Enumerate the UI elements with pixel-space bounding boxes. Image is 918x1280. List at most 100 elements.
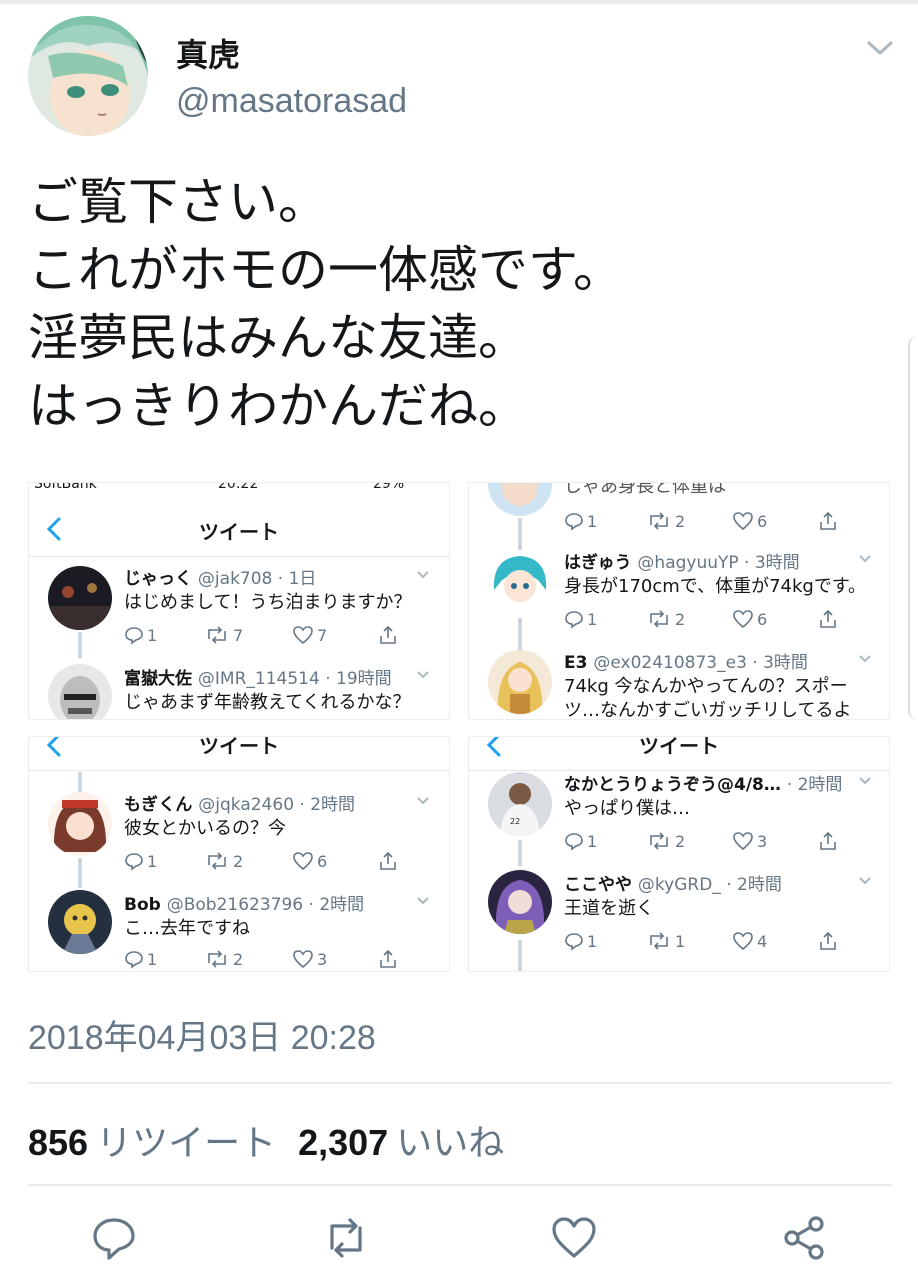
chevron-down-icon xyxy=(417,671,429,679)
battery-label: 29% xyxy=(373,482,405,492)
retweet-count: 7 xyxy=(233,625,244,645)
thread-line xyxy=(518,618,522,650)
reply-icon xyxy=(565,611,583,629)
tweet-body: はじめまして！うち泊まりますか？ xyxy=(124,592,412,613)
retweet-action: 2 xyxy=(204,850,243,872)
heart-icon[interactable] xyxy=(550,1214,598,1262)
share-action xyxy=(818,830,838,852)
reply-icon xyxy=(565,833,583,851)
retweet-label[interactable]: リツイート xyxy=(96,1123,276,1164)
like-action: 4 xyxy=(732,930,767,952)
display-name[interactable]: 真虎 xyxy=(176,30,240,76)
share-icon[interactable] xyxy=(780,1214,828,1262)
tweet-text-line: ご覧下さい。 xyxy=(28,173,328,231)
reply-icon xyxy=(125,853,143,871)
share-icon xyxy=(820,831,836,850)
divider xyxy=(28,1184,892,1186)
share-action xyxy=(818,608,838,630)
author-name: 富嶽大佐 xyxy=(124,669,192,689)
attached-image-4[interactable]: ツイート 22 なかとうりょうぞう@4/8… · 2時間 やっぱり僕は… 1 2… xyxy=(468,736,890,972)
avatar[interactable] xyxy=(28,16,148,136)
heart-icon xyxy=(733,610,753,629)
avatar: 22 xyxy=(488,772,552,836)
share-icon xyxy=(380,625,396,644)
nav-title: ツイート xyxy=(639,736,719,758)
attached-image-3[interactable]: ツイート もぎくん @jqka2460 · 2時間 彼女とかいるの？今 1 2 … xyxy=(28,736,450,972)
author-meta: @jqka2460 · 2時間 xyxy=(198,795,356,815)
tweet-author: ここやや @kyGRD_ · 2時間 xyxy=(564,870,782,895)
author-name: じゃっく xyxy=(124,569,192,589)
status-bar: SoftBank 20:22 29% xyxy=(28,482,450,492)
divider xyxy=(28,1082,892,1084)
author-meta: @jak708 · 1日 xyxy=(197,569,317,589)
share-action xyxy=(818,930,838,952)
heart-icon xyxy=(293,950,313,969)
reply-action: 1 xyxy=(124,948,157,970)
heart-icon xyxy=(733,932,753,951)
attached-image-2[interactable]: じゃあ身長と体重は 1 2 6 はぎゅう @hagyuuYP · 3時間 身長が… xyxy=(468,482,890,720)
avatar xyxy=(48,890,112,954)
retweet-icon xyxy=(208,852,226,870)
like-count: 6 xyxy=(317,851,328,871)
author-meta: @ex02410873_e3 · 3時間 xyxy=(593,653,808,673)
retweet-count: 1 xyxy=(675,931,686,951)
heart-icon xyxy=(293,852,313,871)
scrollbar[interactable] xyxy=(908,336,918,720)
back-icon xyxy=(46,736,61,757)
author-name: Bob xyxy=(124,895,161,915)
author-name: もぎくん xyxy=(124,795,193,815)
attached-image-1[interactable]: SoftBank 20:22 29% ツイート じゃっく @jak708 · 1… xyxy=(28,482,450,720)
reply-icon[interactable] xyxy=(90,1214,138,1262)
share-action xyxy=(378,624,398,646)
like-count[interactable]: 2,307 xyxy=(298,1122,388,1163)
reply-count: 1 xyxy=(587,831,598,851)
tweet-body: 王道を逝く xyxy=(564,898,654,919)
retweet-action: 2 xyxy=(646,510,685,532)
heart-icon xyxy=(293,626,313,645)
user-handle[interactable]: @masatorasad xyxy=(176,82,407,121)
reply-count: 1 xyxy=(587,609,598,629)
reply-action: 1 xyxy=(124,850,157,872)
avatar xyxy=(48,566,112,630)
chevron-down-icon xyxy=(859,777,871,785)
nav-divider xyxy=(28,556,450,557)
tweet-text-line: 淫夢民はみんな友達。 xyxy=(28,309,528,367)
tweet-author: なかとうりょうぞう@4/8… · 2時間 xyxy=(564,770,842,795)
reply-icon xyxy=(565,513,583,531)
like-label[interactable]: いいね xyxy=(396,1123,504,1164)
share-icon xyxy=(820,609,836,628)
chevron-down-icon[interactable] xyxy=(866,38,894,58)
author-meta: @Bob21623796 · 2時間 xyxy=(166,895,365,915)
retweet-action: 1 xyxy=(646,930,685,952)
tweet-body: やっぱり僕は… xyxy=(564,798,690,819)
retweet-icon xyxy=(650,512,668,530)
tweet-body: じゃあまず年齢教えてくれるかな？ xyxy=(124,692,411,713)
chevron-down-icon xyxy=(859,655,871,663)
reply-action: 1 xyxy=(564,608,597,630)
thread-line xyxy=(78,858,82,888)
tweet-author: もぎくん @jqka2460 · 2時間 xyxy=(124,790,355,815)
top-divider xyxy=(0,0,918,4)
heart-icon xyxy=(733,832,753,851)
author-name: なかとうりょうぞう@4/8… xyxy=(564,775,781,795)
like-action: 7 xyxy=(292,624,327,646)
tweet-author: じゃっく @jak708 · 1日 xyxy=(124,564,316,589)
like-count: 3 xyxy=(317,949,328,969)
tweet-body: 彼女とかいるの？今 xyxy=(124,818,286,839)
reply-count: 1 xyxy=(147,625,158,645)
thread-line xyxy=(518,518,522,550)
retweet-count[interactable]: 856 xyxy=(28,1122,88,1163)
retweet-icon[interactable] xyxy=(322,1214,370,1262)
share-action xyxy=(818,510,838,532)
chevron-down-icon xyxy=(417,571,429,579)
like-action: 6 xyxy=(292,850,327,872)
tweet-stats: 856 リツイート 2,307 いいね xyxy=(28,1114,526,1166)
author-meta: @kyGRD_ · 2時間 xyxy=(637,875,782,895)
retweet-icon xyxy=(208,626,226,644)
thread-line xyxy=(78,632,82,658)
retweet-action: 2 xyxy=(204,948,243,970)
tweet-text-line: はっきりわかんだね。 xyxy=(28,377,528,435)
share-icon xyxy=(820,931,836,950)
like-count: 3 xyxy=(757,831,768,851)
retweet-count: 2 xyxy=(233,851,244,871)
